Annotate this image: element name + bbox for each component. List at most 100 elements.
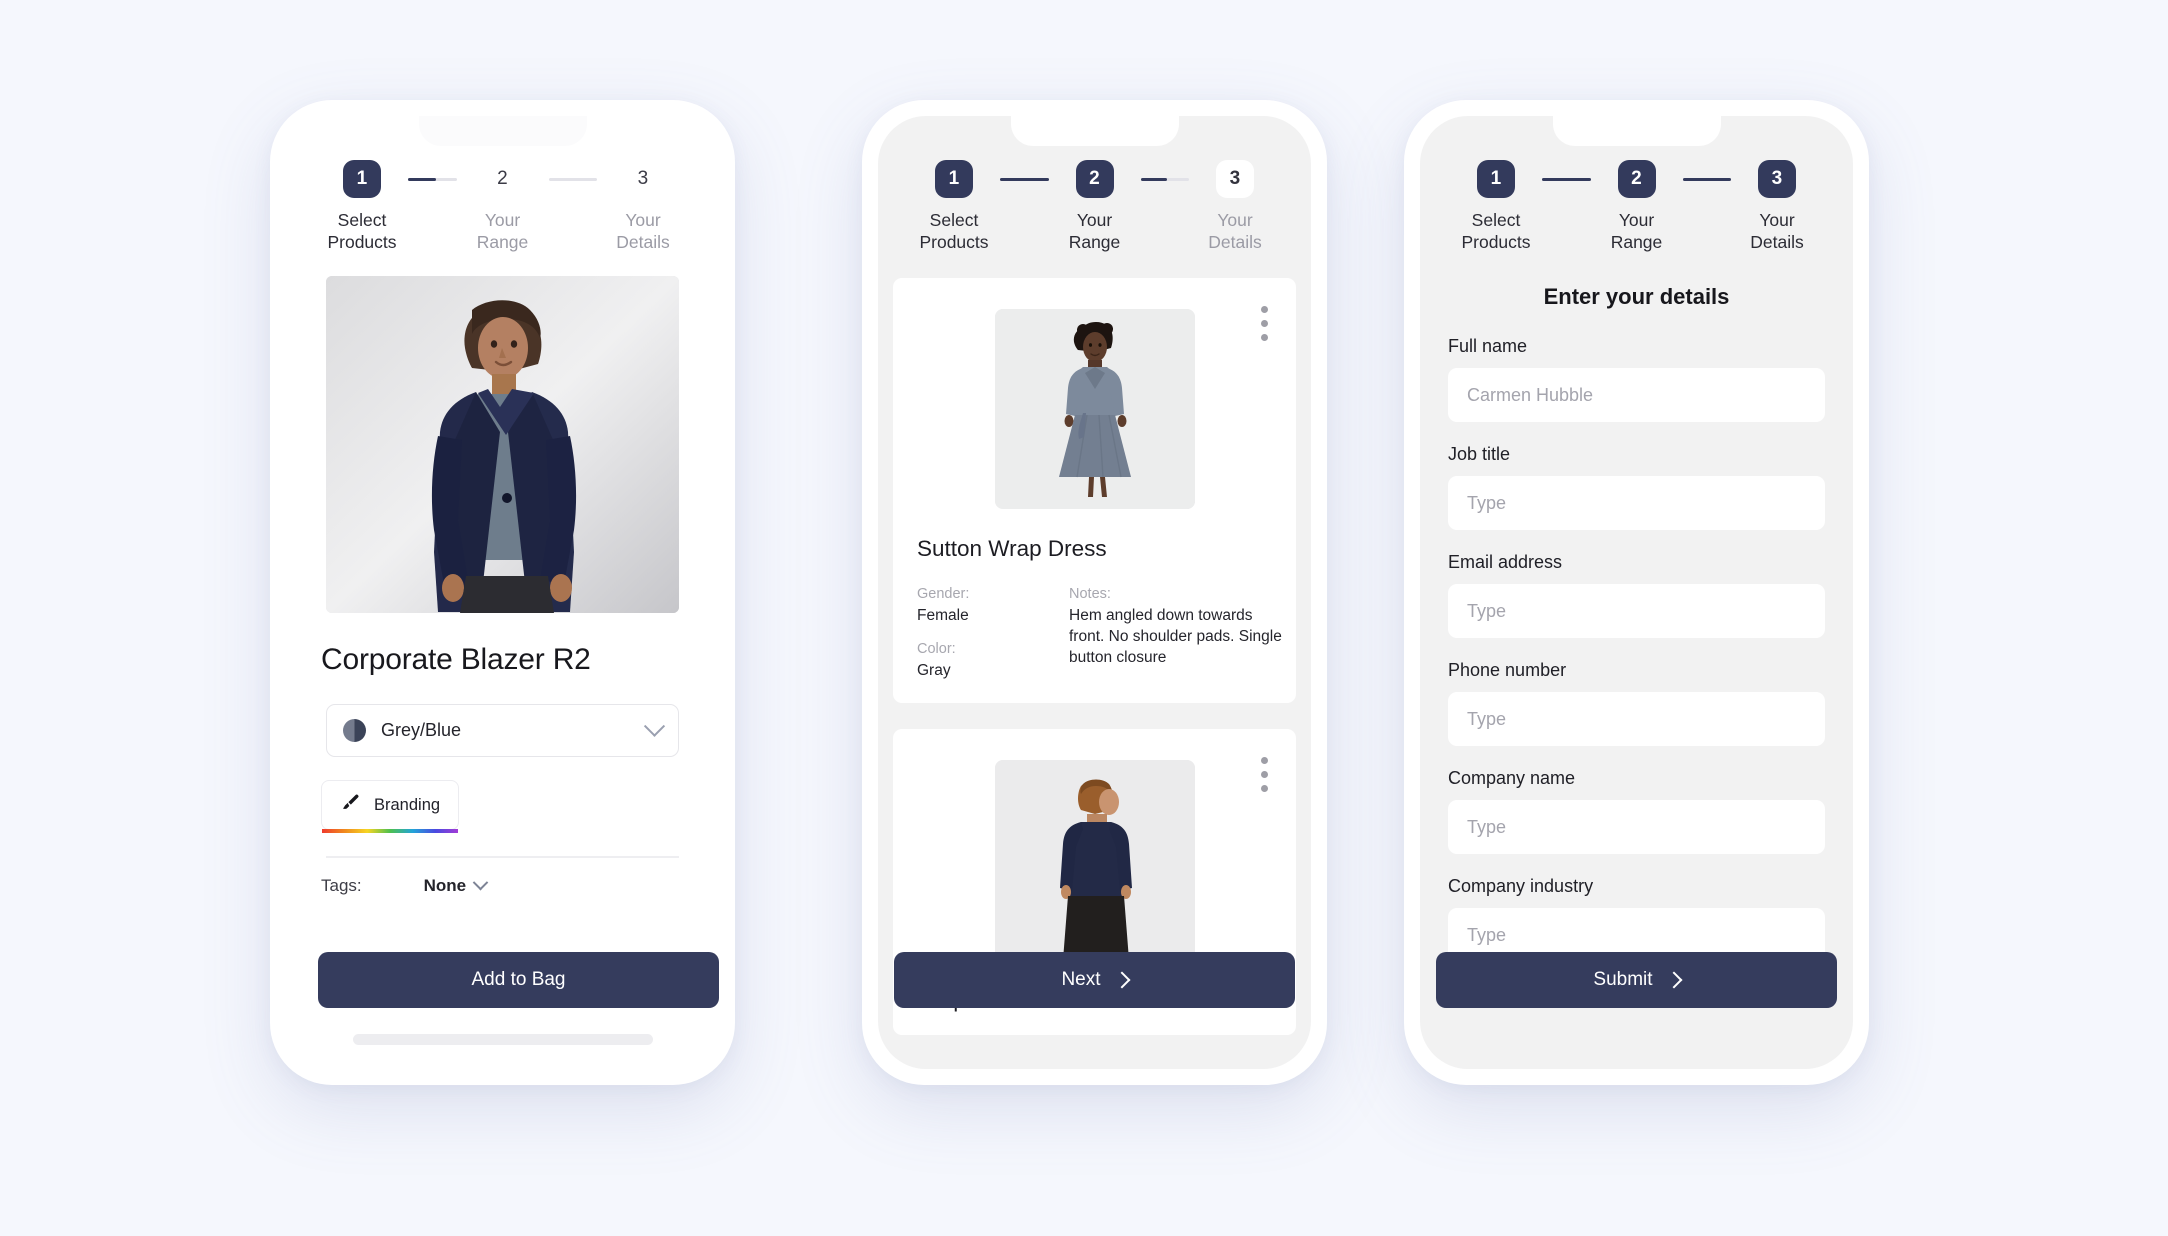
step-badge-2: 2 bbox=[1617, 160, 1656, 198]
add-to-bag-button[interactable]: Add to Bag bbox=[318, 952, 719, 1008]
chevron-down-icon bbox=[643, 715, 666, 737]
step-caption-1-line1: Select bbox=[337, 210, 387, 230]
next-button[interactable]: Next bbox=[894, 952, 1295, 1008]
step-caption-3: Your Details bbox=[1750, 209, 1804, 253]
full-name-input[interactable]: Carmen Hubble bbox=[1448, 368, 1825, 422]
product-thumbnail bbox=[994, 760, 1195, 960]
phone-notch bbox=[418, 116, 587, 146]
product-hero-image bbox=[326, 276, 679, 613]
color-select[interactable]: Grey/Blue bbox=[326, 704, 679, 757]
step-caption-1-line2: Products bbox=[1461, 232, 1531, 252]
stepper-phone2: 1 Select Products 2 Your Range 3 Your De… bbox=[878, 160, 1311, 253]
step-1[interactable]: 1 Select Products bbox=[316, 160, 408, 253]
product-list[interactable]: Sutton Wrap Dress Gender: Female Color: … bbox=[878, 278, 1311, 1069]
step-caption-1: Select Products bbox=[919, 209, 988, 253]
product-title: Corporate Blazer R2 bbox=[321, 643, 591, 676]
spec-col-left: Gender: Female Color: Gray bbox=[917, 584, 1027, 681]
step-caption-2-line2: Range bbox=[1610, 232, 1663, 252]
step-badge-1: 1 bbox=[1477, 160, 1515, 198]
stepper-connector-2 bbox=[548, 178, 597, 181]
stepper-phone3: 1 Select Products 2 Your Range 3 Your De… bbox=[1420, 160, 1853, 253]
step-caption-2: Your Range bbox=[477, 209, 529, 253]
spec-col-right: Notes: Hem angled down towards front. No… bbox=[1069, 584, 1284, 681]
stepper-connector-1 bbox=[1542, 178, 1591, 181]
step-caption-3-line1: Your bbox=[1759, 210, 1795, 230]
notes-label: Notes: bbox=[1069, 586, 1111, 602]
phone-mockup-step-3: 1 Select Products 2 Your Range 3 Your De… bbox=[1404, 100, 1869, 1085]
step-caption-3: Your Details bbox=[616, 209, 670, 253]
step-caption-2-line1: Your bbox=[1076, 210, 1113, 230]
job-title-input[interactable]: Type bbox=[1448, 476, 1825, 530]
submit-button[interactable]: Submit bbox=[1436, 952, 1837, 1008]
form-group-job-title: Job title Type bbox=[1448, 444, 1825, 530]
form-group-full-name: Full name Carmen Hubble bbox=[1448, 336, 1825, 422]
step-2[interactable]: 2 Your Range bbox=[457, 160, 549, 253]
step-caption-2-line2: Range bbox=[1068, 232, 1121, 252]
email-label: Email address bbox=[1448, 552, 1563, 572]
step-caption-3-line2: Details bbox=[1208, 232, 1262, 252]
product-card[interactable]: Sutton Wrap Dress Gender: Female Color: … bbox=[893, 278, 1296, 703]
phone1-screen: 1 Select Products 2 Your Range 3 Your De… bbox=[286, 116, 719, 1069]
tags-row[interactable]: Tags: None bbox=[321, 874, 719, 896]
company-name-label: Company name bbox=[1448, 768, 1576, 788]
step-2[interactable]: 2 Your Range bbox=[1049, 160, 1141, 253]
step-3[interactable]: 3 Your Details bbox=[1189, 160, 1281, 253]
product-thumbnail bbox=[994, 309, 1195, 509]
step-3[interactable]: 3 Your Details bbox=[597, 160, 689, 253]
email-input[interactable]: Type bbox=[1448, 584, 1825, 638]
company-name-input[interactable]: Type bbox=[1448, 800, 1825, 854]
step-badge-1: 1 bbox=[343, 160, 381, 198]
step-caption-2-line1: Your bbox=[484, 210, 521, 230]
step-caption-2-line2: Range bbox=[476, 232, 529, 252]
step-1[interactable]: 1 Select Products bbox=[1450, 160, 1542, 253]
color-label: Color: bbox=[917, 641, 956, 657]
chevron-right-icon bbox=[1113, 971, 1131, 989]
more-options-icon[interactable] bbox=[1261, 306, 1268, 341]
chevron-right-icon bbox=[1665, 971, 1683, 989]
chevron-down-icon bbox=[472, 874, 489, 891]
paintbrush-icon bbox=[340, 792, 361, 818]
step-badge-2: 2 bbox=[1075, 160, 1114, 198]
step-caption-3: Your Details bbox=[1208, 209, 1262, 253]
step-badge-3: 3 bbox=[1758, 160, 1796, 198]
stepper-connector-1 bbox=[1000, 178, 1049, 181]
step-3[interactable]: 3 Your Details bbox=[1731, 160, 1823, 253]
step-badge-2: 2 bbox=[497, 168, 508, 189]
form-group-company-industry: Company industry Type bbox=[1448, 876, 1825, 962]
step-2[interactable]: 2 Your Range bbox=[1591, 160, 1683, 253]
step-badge-1: 1 bbox=[935, 160, 973, 198]
gender-value: Female bbox=[917, 607, 969, 624]
stepper-connector-2 bbox=[1682, 178, 1731, 181]
full-name-label: Full name bbox=[1448, 336, 1528, 356]
screenshot-stage: 1 Select Products 2 Your Range 3 Your De… bbox=[0, 0, 2168, 1236]
step-caption-3-line2: Details bbox=[616, 232, 670, 252]
rainbow-underline bbox=[322, 829, 458, 833]
branding-button[interactable]: Branding bbox=[321, 780, 459, 833]
home-indicator bbox=[352, 1034, 653, 1045]
phone2-screen: 1 Select Products 2 Your Range 3 Your De… bbox=[878, 116, 1311, 1069]
phone1-content: Corporate Blazer R2 Grey/Blue Branding T… bbox=[286, 276, 719, 1069]
more-options-icon[interactable] bbox=[1261, 757, 1268, 792]
form-group-phone: Phone number Type bbox=[1448, 660, 1825, 746]
color-select-value: Grey/Blue bbox=[381, 720, 462, 740]
step-caption-2: Your Range bbox=[1611, 209, 1663, 253]
step-caption-1-line1: Select bbox=[929, 210, 979, 230]
step-caption-1: Select Products bbox=[1461, 209, 1530, 253]
phone-notch bbox=[1010, 116, 1179, 146]
step-caption-1-line2: Products bbox=[327, 232, 397, 252]
form-group-email: Email address Type bbox=[1448, 552, 1825, 638]
step-caption-2: Your Range bbox=[1069, 209, 1121, 253]
stepper-phone1: 1 Select Products 2 Your Range 3 Your De… bbox=[286, 160, 719, 253]
phone-number-input[interactable]: Type bbox=[1448, 692, 1825, 746]
color-value: Gray bbox=[917, 662, 951, 679]
step-badge-3: 3 bbox=[637, 168, 649, 189]
form-title: Enter your details bbox=[1543, 284, 1730, 309]
phone-mockup-step-2: 1 Select Products 2 Your Range 3 Your De… bbox=[862, 100, 1327, 1085]
step-1[interactable]: 1 Select Products bbox=[908, 160, 1000, 253]
stepper-connector-2 bbox=[1140, 178, 1189, 181]
step-caption-1-line1: Select bbox=[1471, 210, 1521, 230]
tags-label: Tags: bbox=[321, 875, 362, 895]
add-to-bag-label: Add to Bag bbox=[471, 969, 566, 990]
phone3-screen: 1 Select Products 2 Your Range 3 Your De… bbox=[1420, 116, 1853, 1069]
tags-value-group[interactable]: None bbox=[424, 874, 489, 896]
